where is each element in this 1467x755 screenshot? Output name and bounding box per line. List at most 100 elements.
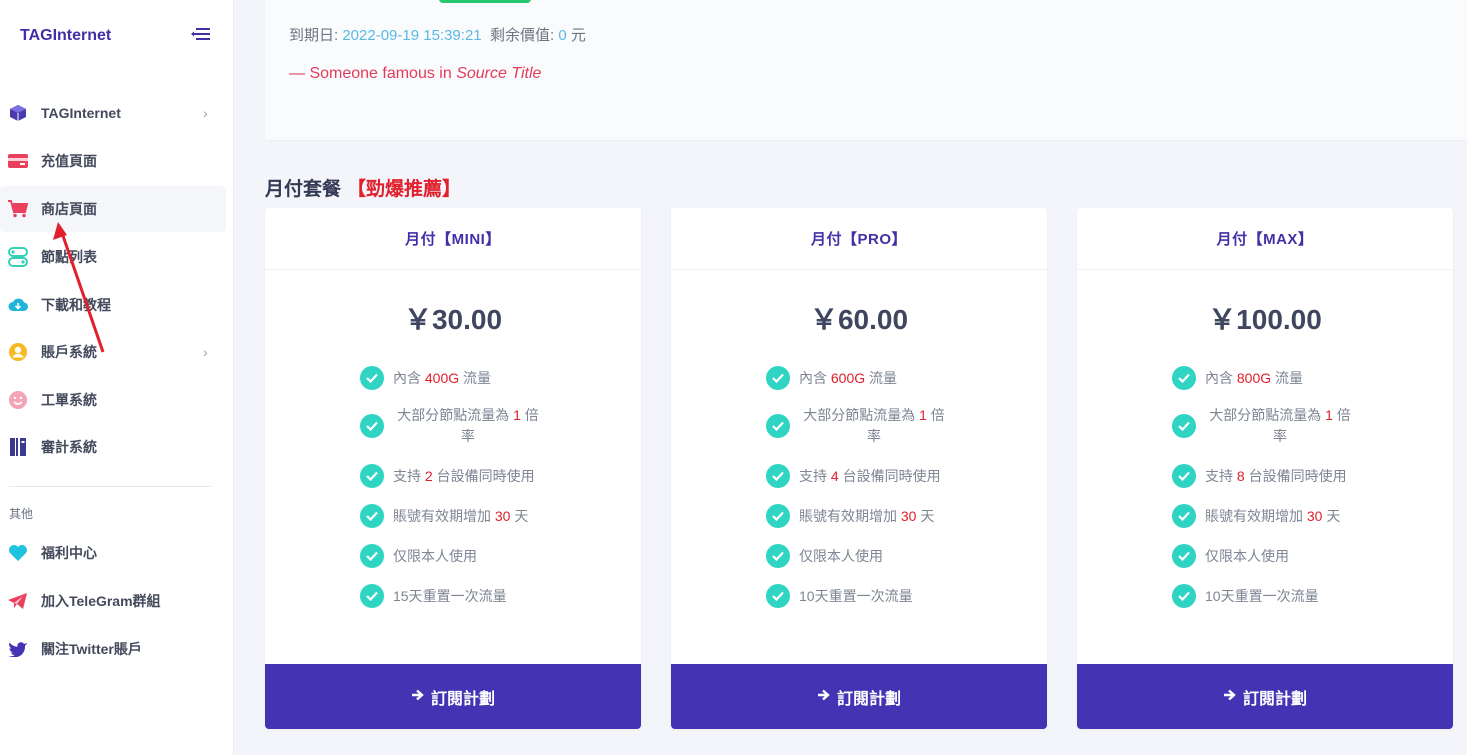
feature-text: 倍 [524, 407, 539, 423]
check-icon [766, 464, 790, 488]
arrow-right-icon [817, 688, 831, 706]
feature-text: 15天重置一次流量 [393, 587, 507, 604]
sidebar-item-taginternet[interactable]: TAGInternet › [0, 90, 226, 136]
quote-prefix: — Someone famous in [289, 65, 452, 82]
cloud-download-icon [8, 295, 28, 315]
feature-text: 流量 [869, 369, 898, 386]
sidebar-item-telegram[interactable]: 加入TeleGram群組 [0, 578, 226, 624]
subscribe-button-label: 訂閱計劃 [1242, 690, 1307, 708]
heart-icon [8, 543, 28, 563]
plan-price: ￥100.00 [1208, 304, 1322, 335]
subscribe-button[interactable]: 訂閱計劃 [265, 664, 641, 729]
sidebar-item-account[interactable]: 賬戶系統 › [0, 329, 226, 375]
feature-text: 支持 [1205, 467, 1233, 484]
sidebar-item-shop[interactable]: 商店頁面 [0, 186, 226, 232]
plans-title: 月付套餐 [265, 179, 342, 200]
sidebar-item-audit[interactable]: 審計系統 [0, 424, 226, 470]
cart-icon [8, 199, 28, 219]
subscribe-button-label: 訂閱計劃 [430, 690, 495, 708]
feature-item: 大部分節點流量為 1 倍率 [766, 405, 966, 447]
subscribe-button[interactable]: 訂閱計劃 [671, 664, 1047, 729]
sidebar-item-welfare[interactable]: 福利中心 [0, 530, 226, 576]
feature-text: 10天重置一次流量 [799, 587, 913, 604]
chevron-right-icon: › [203, 344, 208, 360]
check-icon [1172, 504, 1196, 528]
feature-text: 賬號有效期增加 [799, 507, 897, 524]
plan-price: ￥60.00 [809, 304, 909, 335]
brand-logo[interactable]: TAGInternet [20, 27, 111, 45]
rate-value: 1 [513, 407, 521, 423]
sidebar-item-tickets[interactable]: 工單系統 [0, 377, 226, 423]
feature-text: 天 [1326, 507, 1341, 524]
rate-value: 1 [919, 407, 927, 423]
feature-text: 大部分節點流量為 [1209, 407, 1322, 423]
check-icon [360, 414, 384, 438]
check-icon [1172, 414, 1196, 438]
traffic-value: 400G [424, 369, 460, 386]
sidebar-item-label: TAGInternet [41, 105, 121, 121]
sidebar-item-label: 下載和教程 [41, 297, 111, 313]
check-icon [360, 544, 384, 568]
check-icon [766, 366, 790, 390]
balance-label: 剩余價值: [489, 27, 555, 44]
sidebar-divider [9, 486, 211, 487]
quote-footer: — Someone famous in Source Title [289, 65, 541, 83]
plans-badge: 【勁爆推薦】 [347, 179, 462, 200]
days-value: 30 [494, 507, 511, 524]
check-icon [766, 544, 790, 568]
feature-item: 支持 2 台設備同時使用 [360, 464, 560, 488]
feature-text: 流量 [1275, 369, 1304, 386]
days-value: 30 [1306, 507, 1323, 524]
feature-text: 大部分節點流量為 [397, 407, 510, 423]
check-icon [360, 464, 384, 488]
feature-item: 賬號有效期增加 30 天 [360, 504, 560, 528]
feature-item: 仅限本人使用 [1172, 544, 1372, 568]
sidebar-item-label: 關注Twitter賬戶 [41, 641, 142, 657]
feature-text: 支持 [393, 467, 421, 484]
subscribe-button[interactable]: 訂閱計劃 [1077, 664, 1453, 729]
sidebar-item-label: 賬戶系統 [41, 344, 97, 360]
feature-text: 賬號有效期增加 [1205, 507, 1303, 524]
action-button[interactable] [439, 0, 531, 3]
chevron-right-icon: › [203, 105, 208, 121]
devices-value: 8 [1236, 467, 1245, 484]
audit-icon [8, 437, 28, 457]
feature-item: 賬號有效期增加 30 天 [1172, 504, 1372, 528]
sidebar-item-twitter[interactable]: 關注Twitter賬戶 [0, 626, 226, 672]
feature-text: 率 [1273, 428, 1287, 444]
check-icon [1172, 544, 1196, 568]
cube-icon [8, 103, 28, 123]
traffic-value: 600G [830, 369, 866, 386]
feature-text: 倍 [1336, 407, 1351, 423]
feature-text: 仅限本人使用 [1205, 547, 1289, 564]
feature-text: 內含 [799, 369, 827, 386]
feature-text: 台設備同時使用 [842, 467, 941, 484]
feature-item: 15天重置一次流量 [360, 584, 560, 608]
feature-text: 支持 [799, 467, 827, 484]
sidebar-item-nodes[interactable]: 節點列表 [0, 234, 226, 280]
sidebar-item-recharge[interactable]: 充值頁面 [0, 138, 226, 184]
subscribe-button-label: 訂閱計劃 [836, 690, 901, 708]
expire-label: 到期日: [289, 27, 339, 44]
plan-name: 月付【PRO】 [671, 208, 1047, 270]
check-icon [1172, 464, 1196, 488]
balance-unit: 元 [570, 27, 586, 44]
feature-text: 率 [867, 428, 881, 444]
feature-item: 支持 4 台設備同時使用 [766, 464, 966, 488]
sidebar-item-downloads[interactable]: 下載和教程 [0, 282, 226, 328]
plans-section-title: 月付套餐 【勁爆推薦】 [265, 174, 461, 201]
sidebar-item-label: 福利中心 [41, 545, 97, 561]
sidebar-item-label: 商店頁面 [41, 201, 97, 217]
traffic-value: 800G [1236, 369, 1272, 386]
rate-value: 1 [1325, 407, 1333, 423]
check-icon [766, 504, 790, 528]
arrow-right-icon [1223, 688, 1237, 706]
feature-text: 率 [461, 428, 475, 444]
telegram-icon [8, 591, 28, 611]
feature-item: 內含 400G 流量 [360, 366, 560, 390]
user-circle-icon [8, 342, 28, 362]
feature-text: 天 [920, 507, 935, 524]
plan-name: 月付【MINI】 [265, 208, 641, 270]
menu-toggle-icon[interactable] [191, 26, 211, 42]
quote-source: Source Title [456, 65, 542, 82]
